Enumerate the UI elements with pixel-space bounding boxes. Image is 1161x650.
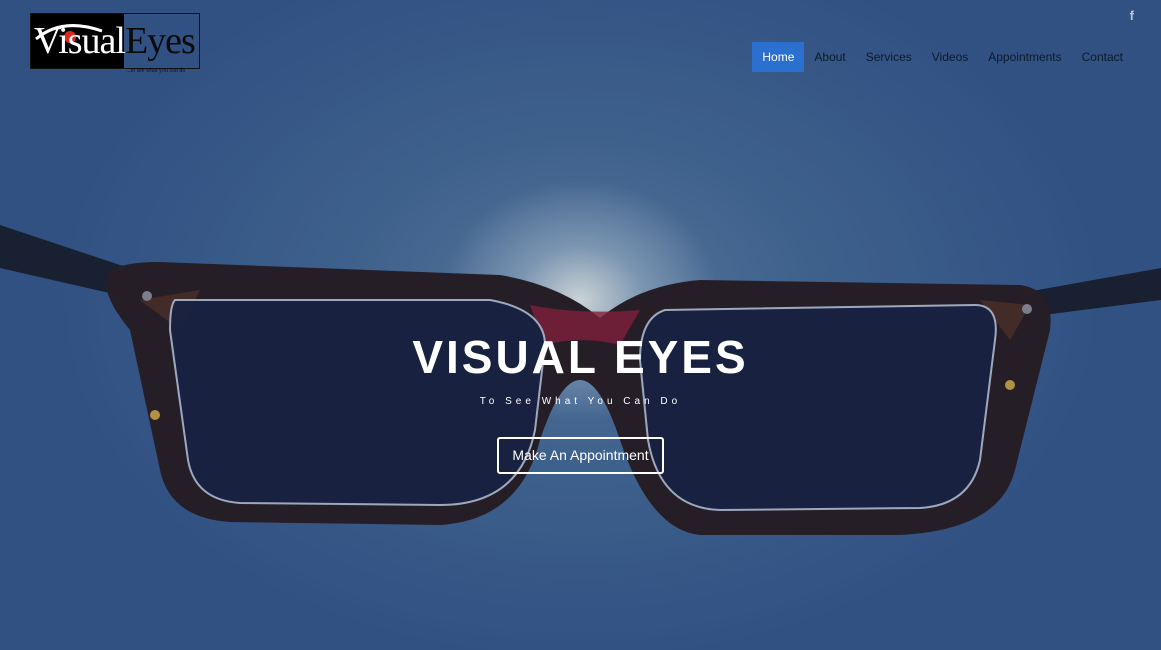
nav-item-services[interactable]: Services — [856, 42, 922, 72]
nav-item-contact[interactable]: Contact — [1072, 42, 1133, 72]
logo-tagline: ...to see what you can do — [126, 68, 186, 74]
nav-item-home[interactable]: Home — [752, 42, 805, 72]
site-logo[interactable]: VisualEyes ...to see what you can do — [30, 13, 200, 77]
logo-word-visual: Visual — [34, 20, 126, 62]
nav-item-appointments[interactable]: Appointments — [978, 42, 1071, 72]
main-nav: Home About Services Videos Appointments … — [752, 42, 1133, 72]
hero-title: VISUAL EYES — [412, 331, 749, 383]
logo-word-eyes: Eyes — [124, 20, 196, 62]
nav-item-videos[interactable]: Videos — [922, 42, 978, 72]
make-appointment-button[interactable]: Make An Appointment — [497, 437, 664, 474]
hero-subtitle: To See What You Can Do — [479, 396, 682, 407]
hero-overlay — [0, 0, 1161, 650]
hero-section — [0, 0, 1161, 650]
nav-item-about[interactable]: About — [804, 42, 855, 72]
logo-wordmark: VisualEyes — [34, 19, 196, 63]
facebook-icon[interactable]: f — [1130, 8, 1134, 23]
